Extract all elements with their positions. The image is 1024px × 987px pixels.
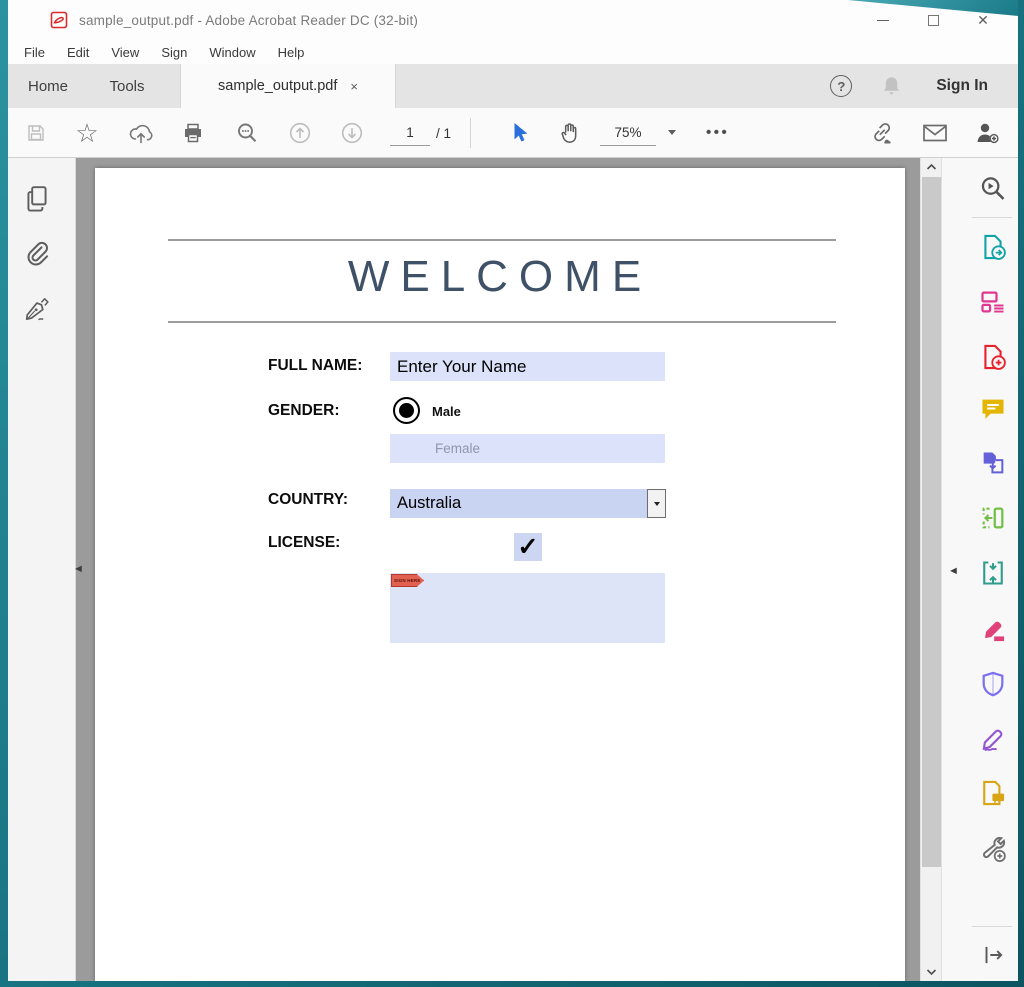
zoom-caret-icon[interactable] bbox=[668, 130, 676, 135]
more-tools-ellipsis-icon[interactable]: ••• bbox=[706, 108, 729, 157]
zoom-level-dropdown[interactable]: 75% bbox=[600, 120, 656, 146]
share-cloud-upload-icon[interactable] bbox=[126, 108, 156, 157]
next-page-icon[interactable] bbox=[337, 108, 367, 157]
signature-field[interactable]: SIGN HERE bbox=[390, 573, 665, 643]
title-rule-top bbox=[168, 239, 836, 241]
pdf-page: WELCOME FULL NAME: Enter Your Name GENDE… bbox=[95, 168, 905, 981]
compress-pdf-icon[interactable] bbox=[978, 558, 1008, 588]
window-title: sample_output.pdf - Adobe Acrobat Reader… bbox=[79, 13, 418, 28]
export-pdf-icon[interactable] bbox=[978, 232, 1008, 262]
previous-page-icon[interactable] bbox=[285, 108, 315, 157]
protect-icon[interactable] bbox=[978, 669, 1008, 699]
scan-ocr-icon[interactable] bbox=[978, 503, 1008, 533]
print-icon[interactable] bbox=[178, 108, 208, 157]
minimize-button[interactable] bbox=[858, 0, 908, 40]
attachments-paperclip-icon[interactable] bbox=[23, 239, 50, 268]
title-bar: sample_output.pdf - Adobe Acrobat Reader… bbox=[8, 0, 1018, 40]
rail-divider bbox=[972, 217, 1012, 218]
notifications-bell-icon[interactable] bbox=[881, 75, 902, 98]
scroll-up-icon[interactable] bbox=[921, 158, 942, 176]
comment-icon[interactable] bbox=[978, 394, 1008, 424]
full-name-input[interactable]: Enter Your Name bbox=[390, 352, 665, 381]
country-dropdown[interactable]: Australia bbox=[390, 489, 647, 518]
tools-panel-rail: ◄ bbox=[941, 158, 1018, 981]
document-area: ◄ WELCOME FULL NAME: Enter Your Name GEN… bbox=[76, 158, 920, 981]
country-dropdown-caret-icon bbox=[654, 502, 660, 506]
tab-bar-right: ? Sign In bbox=[830, 64, 1018, 108]
title-rule-bottom bbox=[168, 321, 836, 323]
acrobat-window: sample_output.pdf - Adobe Acrobat Reader… bbox=[8, 0, 1018, 981]
menu-sign[interactable]: Sign bbox=[150, 45, 198, 60]
tab-document-label: sample_output.pdf bbox=[218, 78, 337, 94]
page-thumbnails-icon[interactable] bbox=[23, 184, 51, 214]
gender-radio-male[interactable] bbox=[393, 397, 420, 424]
find-search-icon[interactable] bbox=[232, 108, 262, 157]
hand-tool-icon[interactable] bbox=[555, 108, 585, 157]
gender-label: GENDER: bbox=[268, 402, 339, 420]
toolbar-separator bbox=[470, 118, 471, 148]
request-esignatures-icon[interactable] bbox=[978, 778, 1008, 808]
collapse-left-panel-icon[interactable]: ◄ bbox=[73, 563, 84, 575]
expand-panel-icon[interactable] bbox=[978, 940, 1008, 970]
more-tools-wrench-icon[interactable] bbox=[978, 834, 1008, 864]
collapse-right-panel-icon[interactable]: ◄ bbox=[948, 565, 959, 577]
gender-radio-male-dot bbox=[399, 403, 414, 418]
scroll-down-icon[interactable] bbox=[921, 963, 942, 981]
fill-sign-icon[interactable] bbox=[978, 724, 1008, 754]
tab-home[interactable]: Home bbox=[8, 64, 88, 108]
search-tools-icon[interactable] bbox=[978, 174, 1008, 204]
license-checkbox[interactable]: ✓ bbox=[514, 533, 542, 561]
combine-files-icon[interactable] bbox=[978, 448, 1008, 478]
country-label: COUNTRY: bbox=[268, 491, 348, 509]
sign-here-tag[interactable]: SIGN HERE bbox=[391, 574, 424, 587]
acrobat-app-icon bbox=[50, 11, 68, 29]
tab-bar: Home Tools sample_output.pdf × ? Sign In bbox=[8, 64, 1018, 108]
desktop-background: sample_output.pdf - Adobe Acrobat Reader… bbox=[0, 0, 1024, 987]
signatures-pen-icon[interactable] bbox=[23, 296, 53, 323]
page-number-input[interactable]: 1 bbox=[390, 120, 430, 146]
selection-pointer-icon[interactable] bbox=[504, 108, 534, 157]
full-name-label: FULL NAME: bbox=[268, 357, 362, 375]
organize-pages-icon[interactable] bbox=[978, 287, 1008, 317]
email-icon[interactable] bbox=[919, 108, 951, 157]
menu-window[interactable]: Window bbox=[198, 45, 266, 60]
tab-close-icon[interactable]: × bbox=[350, 79, 358, 94]
menu-view[interactable]: View bbox=[100, 45, 150, 60]
menu-bar: File Edit View Sign Window Help bbox=[8, 40, 1018, 64]
add-people-icon[interactable] bbox=[970, 108, 1004, 157]
menu-edit[interactable]: Edit bbox=[56, 45, 100, 60]
redact-icon[interactable] bbox=[978, 615, 1008, 645]
help-icon[interactable]: ? bbox=[830, 75, 852, 97]
pdf-form-title: WELCOME bbox=[95, 252, 905, 302]
gender-female-field[interactable]: Female bbox=[390, 434, 665, 463]
tab-tools[interactable]: Tools bbox=[88, 64, 166, 108]
save-icon[interactable] bbox=[22, 108, 50, 157]
country-dropdown-button[interactable] bbox=[647, 489, 666, 518]
vertical-scrollbar[interactable] bbox=[920, 158, 941, 981]
rail-divider bbox=[972, 926, 1012, 927]
create-pdf-icon[interactable] bbox=[978, 342, 1008, 372]
left-panel-rail bbox=[8, 158, 76, 981]
sign-in-button[interactable]: Sign In bbox=[936, 77, 988, 95]
page-count-label: / 1 bbox=[436, 120, 451, 146]
tab-document[interactable]: sample_output.pdf × bbox=[180, 64, 396, 108]
main-toolbar: ☆ bbox=[8, 108, 1018, 158]
menu-file[interactable]: File bbox=[13, 45, 56, 60]
scrollbar-thumb[interactable] bbox=[922, 177, 941, 867]
license-label: LICENSE: bbox=[268, 534, 340, 552]
gender-male-option-label: Male bbox=[432, 404, 461, 419]
workspace: ◄ WELCOME FULL NAME: Enter Your Name GEN… bbox=[8, 158, 1018, 981]
favorites-star-icon[interactable]: ☆ bbox=[72, 108, 102, 157]
menu-help[interactable]: Help bbox=[267, 45, 316, 60]
share-link-icon[interactable] bbox=[866, 108, 898, 157]
